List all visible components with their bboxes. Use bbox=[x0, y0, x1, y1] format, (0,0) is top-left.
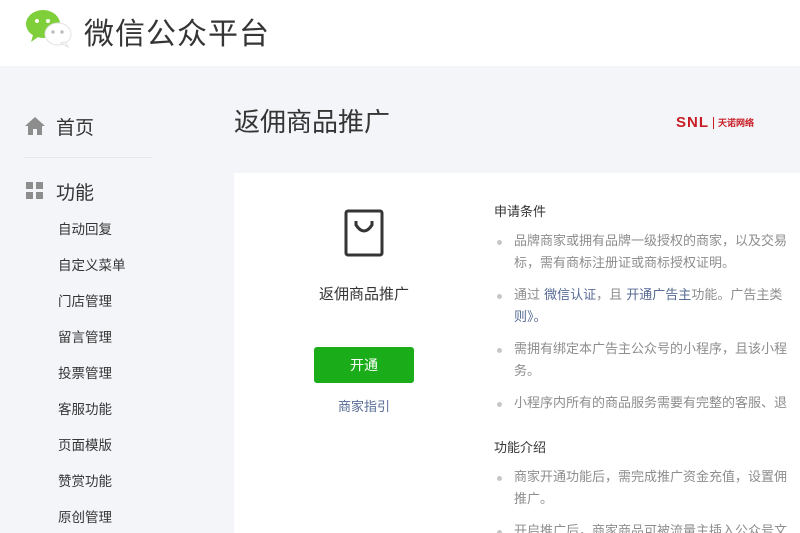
condition-item: 需拥有绑定本广告主公众号的小程序，且该小程 务。 bbox=[494, 339, 800, 383]
condition-text: 需拥有绑定本广告主公众号的小程序，且该小程 bbox=[514, 342, 788, 357]
sidebar-item-home[interactable]: 首页 bbox=[24, 114, 95, 139]
condition-item: 品牌商家或拥有品牌一级授权的商家，以及交易 标，需有商标注册证或商标授权证明。 bbox=[494, 231, 800, 275]
feature-card: 返佣商品推广 开通 商家指引 申请条件 品牌商家或拥有品牌一级授权的商家，以及交… bbox=[234, 173, 800, 533]
sidebar-item-original-management[interactable]: 原创管理 bbox=[58, 506, 126, 533]
sidebar-item-customer-service[interactable]: 客服功能 bbox=[58, 398, 126, 434]
home-icon bbox=[25, 117, 45, 135]
sidebar: 首页 功能 自动回复 自定义菜单 门店管理 留言管理 投票管理 客服功能 页面模… bbox=[0, 66, 210, 533]
sidebar-item-page-templates[interactable]: 页面模版 bbox=[58, 434, 126, 470]
intro-item: 商家开通功能后，需完成推广资金充值，设置佣 推广。 bbox=[494, 467, 800, 511]
condition-text: 功能。广告主类 bbox=[691, 288, 783, 303]
feature-info: 申请条件 品牌商家或拥有品牌一级授权的商家，以及交易 标，需有商标注册证或商标授… bbox=[494, 201, 800, 533]
condition-item: 小程序内所有的商品服务需要有完整的客服、退 bbox=[494, 393, 800, 415]
sidebar-item-auto-reply[interactable]: 自动回复 bbox=[58, 218, 126, 254]
condition-text: 通过 bbox=[514, 288, 545, 303]
partner-logo-separator bbox=[713, 116, 714, 129]
open-button[interactable]: 开通 bbox=[314, 347, 414, 383]
conditions-title: 申请条件 bbox=[494, 205, 547, 220]
partner-logo-sub: 天诺网络 bbox=[718, 119, 755, 129]
sidebar-item-home-label: 首页 bbox=[56, 116, 95, 139]
feature-name: 返佣商品推广 bbox=[318, 285, 409, 303]
page-title: 返佣商品推广 bbox=[234, 108, 391, 138]
condition-text: 小程序内所有的商品服务需要有完整的客服、退 bbox=[514, 396, 788, 411]
grid-icon bbox=[26, 182, 43, 199]
conditions-list: 品牌商家或拥有品牌一级授权的商家，以及交易 标，需有商标注册证或商标授权证明。 … bbox=[494, 231, 800, 415]
sidebar-divider bbox=[24, 157, 152, 158]
wechat-verification-link[interactable]: 微信认证 bbox=[544, 288, 596, 303]
condition-text: 标，需有商标注册证或商标授权证明。 bbox=[514, 256, 736, 271]
intro-item: 开启推广后，商家商品可被流量主插入公众号文 bbox=[494, 521, 800, 533]
open-advertiser-link[interactable]: 开通广告主 bbox=[626, 288, 691, 303]
sidebar-item-comment-management[interactable]: 留言管理 bbox=[58, 326, 126, 362]
intro-title: 功能介绍 bbox=[494, 441, 547, 456]
partner-logo: SNL 天诺网络 bbox=[676, 114, 754, 131]
intro-text: 推广。 bbox=[514, 492, 554, 507]
condition-text: ，且 bbox=[596, 288, 627, 303]
merchant-guide-link[interactable]: 商家指引 bbox=[234, 396, 494, 415]
shopping-bag-icon bbox=[344, 209, 384, 257]
intro-list: 商家开通功能后，需完成推广资金充值，设置佣 推广。 开启推广后，商家商品可被流量… bbox=[494, 467, 800, 533]
sidebar-item-custom-menu[interactable]: 自定义菜单 bbox=[58, 254, 126, 290]
condition-item: 通过 微信认证，且 开通广告主功能。广告主类 则》。 bbox=[494, 285, 800, 329]
sidebar-item-functions[interactable]: 功能 bbox=[24, 179, 95, 204]
sidebar-subnav: 自动回复 自定义菜单 门店管理 留言管理 投票管理 客服功能 页面模版 赞赏功能… bbox=[58, 218, 126, 533]
advertiser-rules-link[interactable]: 则》。 bbox=[514, 310, 547, 325]
top-bar: 微信公众平台 bbox=[0, 0, 800, 66]
partner-logo-name: SNL bbox=[676, 114, 709, 131]
wechat-logo-icon[interactable] bbox=[24, 8, 74, 48]
sidebar-item-functions-label: 功能 bbox=[56, 181, 95, 204]
sidebar-item-appreciation[interactable]: 赞赏功能 bbox=[58, 470, 126, 506]
sidebar-item-vote-management[interactable]: 投票管理 bbox=[58, 362, 126, 398]
sidebar-item-store-management[interactable]: 门店管理 bbox=[58, 290, 126, 326]
intro-text: 开启推广后，商家商品可被流量主插入公众号文 bbox=[514, 524, 788, 533]
intro-text: 商家开通功能后，需完成推广资金充值，设置佣 bbox=[514, 470, 788, 485]
condition-text: 品牌商家或拥有品牌一级授权的商家，以及交易 bbox=[514, 234, 788, 249]
condition-text: 务。 bbox=[514, 364, 541, 379]
brand-title[interactable]: 微信公众平台 bbox=[84, 9, 270, 53]
